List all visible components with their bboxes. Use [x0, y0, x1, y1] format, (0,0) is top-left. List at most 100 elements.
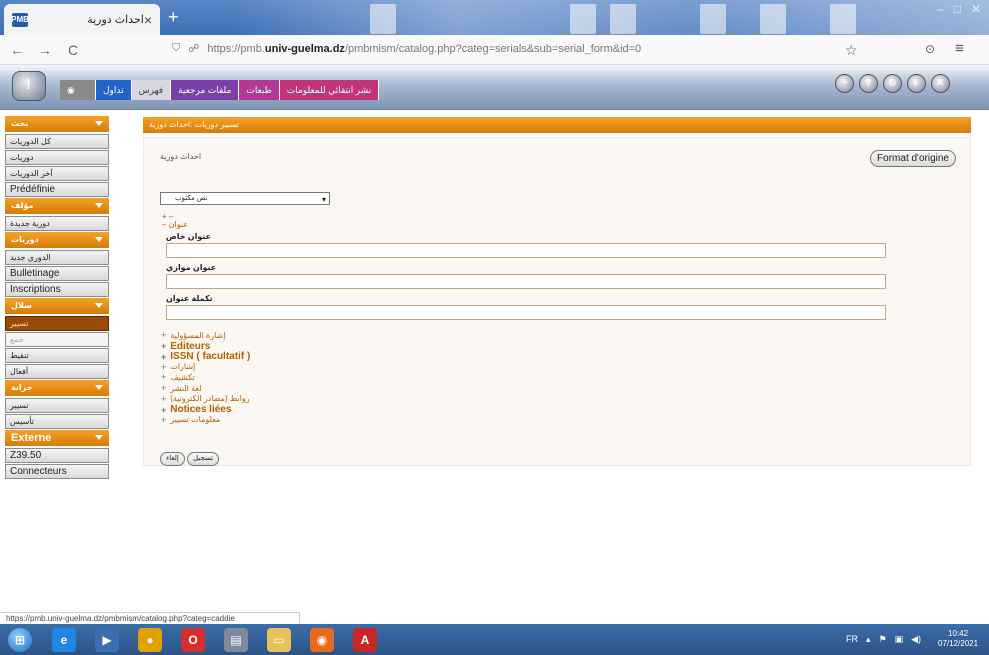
expandable-section[interactable]: + إشارات — [161, 362, 195, 372]
explorer-taskbar-icon[interactable]: ▭ — [267, 628, 291, 652]
document-type-select[interactable]: نص مكتوب ▾ — [160, 192, 330, 205]
pocket-icon[interactable]: ⊙ — [925, 42, 935, 56]
clock[interactable]: 10:42 07/12/2021 — [938, 629, 978, 649]
url-bar[interactable]: ⛉ ☍ https://pmb.univ-guelma.dz/pmbmism/c… — [172, 42, 641, 55]
parallel-title-input[interactable] — [166, 274, 886, 289]
ie-taskbar-icon[interactable]: e — [52, 628, 76, 652]
close-tab-icon[interactable]: × — [144, 12, 152, 28]
menu-item[interactable]: Connecteurs — [5, 464, 109, 479]
expandable-section[interactable]: + لغة النشر — [161, 383, 202, 393]
menu-item[interactable]: تسيير — [5, 398, 109, 413]
menu-item[interactable]: جمع — [5, 332, 109, 347]
header-icons: ◔ ? ⚙ ◐ ✕ — [835, 74, 950, 93]
menu-section-label: Externe — [11, 432, 52, 444]
new-tab-button[interactable]: + — [168, 8, 179, 26]
expandable-section[interactable]: + روابط (مصادر الكترونية) — [161, 394, 250, 404]
menu-section-label: بحث — [11, 119, 29, 128]
chrome-taskbar-icon[interactable]: ● — [138, 628, 162, 652]
module-tab[interactable]: تداول — [96, 80, 132, 100]
windows-taskbar: ⊞ e ▶ ● O ▤ ▭ ◉ A FR ▴ ⚑ ▣ ◀) 10:42 07/12/2021 — [0, 624, 989, 655]
cancel-button[interactable]: إلغاء — [160, 452, 185, 466]
module-tab[interactable]: فهرس — [131, 80, 172, 100]
expand-icon[interactable]: + — [161, 362, 166, 372]
clock-icon[interactable]: ◔ — [835, 74, 854, 93]
collapse-icon[interactable]: – — [162, 220, 169, 229]
menu-item[interactable]: الدوري جديد — [5, 250, 109, 265]
menu-section-header[interactable]: خزانة — [5, 380, 109, 396]
title-group-label[interactable]: – عنوان — [162, 220, 188, 229]
menu-item[interactable]: أفعال — [5, 364, 109, 379]
menu-item[interactable]: دورية جديدة — [5, 216, 109, 231]
module-tab[interactable]: طبعات — [239, 80, 280, 100]
reload-icon[interactable]: C — [62, 42, 84, 58]
expandable-section[interactable]: + إشارة المسؤولية — [161, 330, 225, 340]
serial-form-panel: احداث دورية Format d'origine نص مكتوب ▾ … — [143, 137, 971, 466]
chevron-down-icon — [95, 237, 103, 242]
module-tab[interactable]: ملفات مرجعية — [171, 80, 240, 100]
expand-icon[interactable]: + — [161, 372, 166, 382]
menu-section-header[interactable]: سلال — [5, 298, 109, 314]
start-button[interactable]: ⊞ — [8, 628, 32, 652]
expand-icon[interactable]: + — [161, 405, 166, 415]
bookmark-star-icon[interactable]: ☆ — [845, 42, 858, 59]
menu-item[interactable]: تسيير — [5, 316, 109, 331]
home-tab-icon[interactable]: ◉ — [60, 80, 96, 100]
close-window-icon[interactable]: ✕ — [971, 2, 981, 16]
menu-section-header[interactable]: مؤلف — [5, 198, 109, 214]
menu-item[interactable]: Bulletinage — [5, 266, 109, 281]
opera-taskbar-icon[interactable]: O — [181, 628, 205, 652]
help-icon[interactable]: ? — [859, 74, 878, 93]
pdf-taskbar-icon[interactable]: A — [353, 628, 377, 652]
menu-icon[interactable]: ≡ — [955, 40, 964, 57]
media-taskbar-icon[interactable]: ▶ — [95, 628, 119, 652]
volume-icon[interactable]: ◀) — [911, 634, 921, 645]
forward-icon[interactable]: → — [34, 42, 56, 58]
expand-icon[interactable]: + — [161, 394, 166, 404]
url-text[interactable]: https://pmb.univ-guelma.dz/pmbmism/catal… — [207, 43, 641, 55]
menu-item[interactable]: تأسيس — [5, 414, 109, 429]
lock-icon[interactable]: ☍ — [188, 42, 199, 55]
expandable-section[interactable]: + Notices liées — [161, 404, 231, 415]
flag-icon[interactable]: ⚑ — [879, 634, 887, 645]
menu-item[interactable]: Z39.50 — [5, 448, 109, 463]
module-tab[interactable]: نشر انتقائي للمعلومات — [279, 80, 380, 100]
section-label: لغة النشر — [170, 383, 202, 393]
minimize-icon[interactable]: – — [937, 2, 944, 16]
firefox-taskbar-icon[interactable]: ◉ — [310, 628, 334, 652]
menu-item[interactable]: Prédéfinie — [5, 182, 109, 197]
menu-item[interactable]: آخر الدوريات — [5, 166, 109, 181]
notes-taskbar-icon[interactable]: ▤ — [224, 628, 248, 652]
title-complement-input[interactable] — [166, 305, 886, 320]
expandable-section[interactable]: + ISSN ( facultatif ) — [161, 351, 250, 362]
title-input[interactable] — [166, 243, 886, 258]
menu-item[interactable]: كل الدوريات — [5, 134, 109, 149]
menu-item[interactable]: دوريات — [5, 150, 109, 165]
logout-icon[interactable]: ✕ — [931, 74, 950, 93]
menu-section-header[interactable]: بحث — [5, 116, 109, 132]
save-button[interactable]: تسجيل — [187, 452, 220, 466]
expandable-section[interactable]: + تكشيف — [161, 372, 195, 382]
expand-icon[interactable]: + — [161, 341, 166, 351]
menu-item[interactable]: تنقيط — [5, 348, 109, 363]
maximize-icon[interactable]: □ — [954, 2, 961, 16]
menu-item[interactable]: Inscriptions — [5, 282, 109, 297]
back-icon[interactable]: ← — [6, 42, 28, 58]
expandable-section[interactable]: + معلومات تسيير — [161, 415, 220, 425]
expandable-section[interactable]: + Editeurs — [161, 341, 210, 352]
info-icon[interactable]: ◐ — [907, 74, 926, 93]
settings-icon[interactable]: ⚙ — [883, 74, 902, 93]
expand-icon[interactable]: + — [161, 352, 166, 362]
expand-icon[interactable]: + — [161, 330, 166, 340]
format-origine-button[interactable]: Format d'origine — [870, 150, 956, 167]
network-icon[interactable]: ▣ — [895, 634, 904, 645]
browser-tab[interactable]: PMB احداث دورية × — [4, 4, 160, 35]
form-title: احداث دورية — [160, 152, 202, 161]
shield-icon[interactable]: ⛉ — [172, 42, 180, 55]
tray-arrow-icon[interactable]: ▴ — [866, 634, 871, 645]
expand-icon[interactable]: + — [161, 383, 166, 393]
language-indicator[interactable]: FR — [846, 634, 858, 645]
menu-section-header[interactable]: دوريات — [5, 232, 109, 248]
expand-icon[interactable]: + — [161, 415, 166, 425]
pmb-logo-icon[interactable] — [12, 71, 46, 101]
menu-section-header[interactable]: Externe — [5, 430, 109, 446]
